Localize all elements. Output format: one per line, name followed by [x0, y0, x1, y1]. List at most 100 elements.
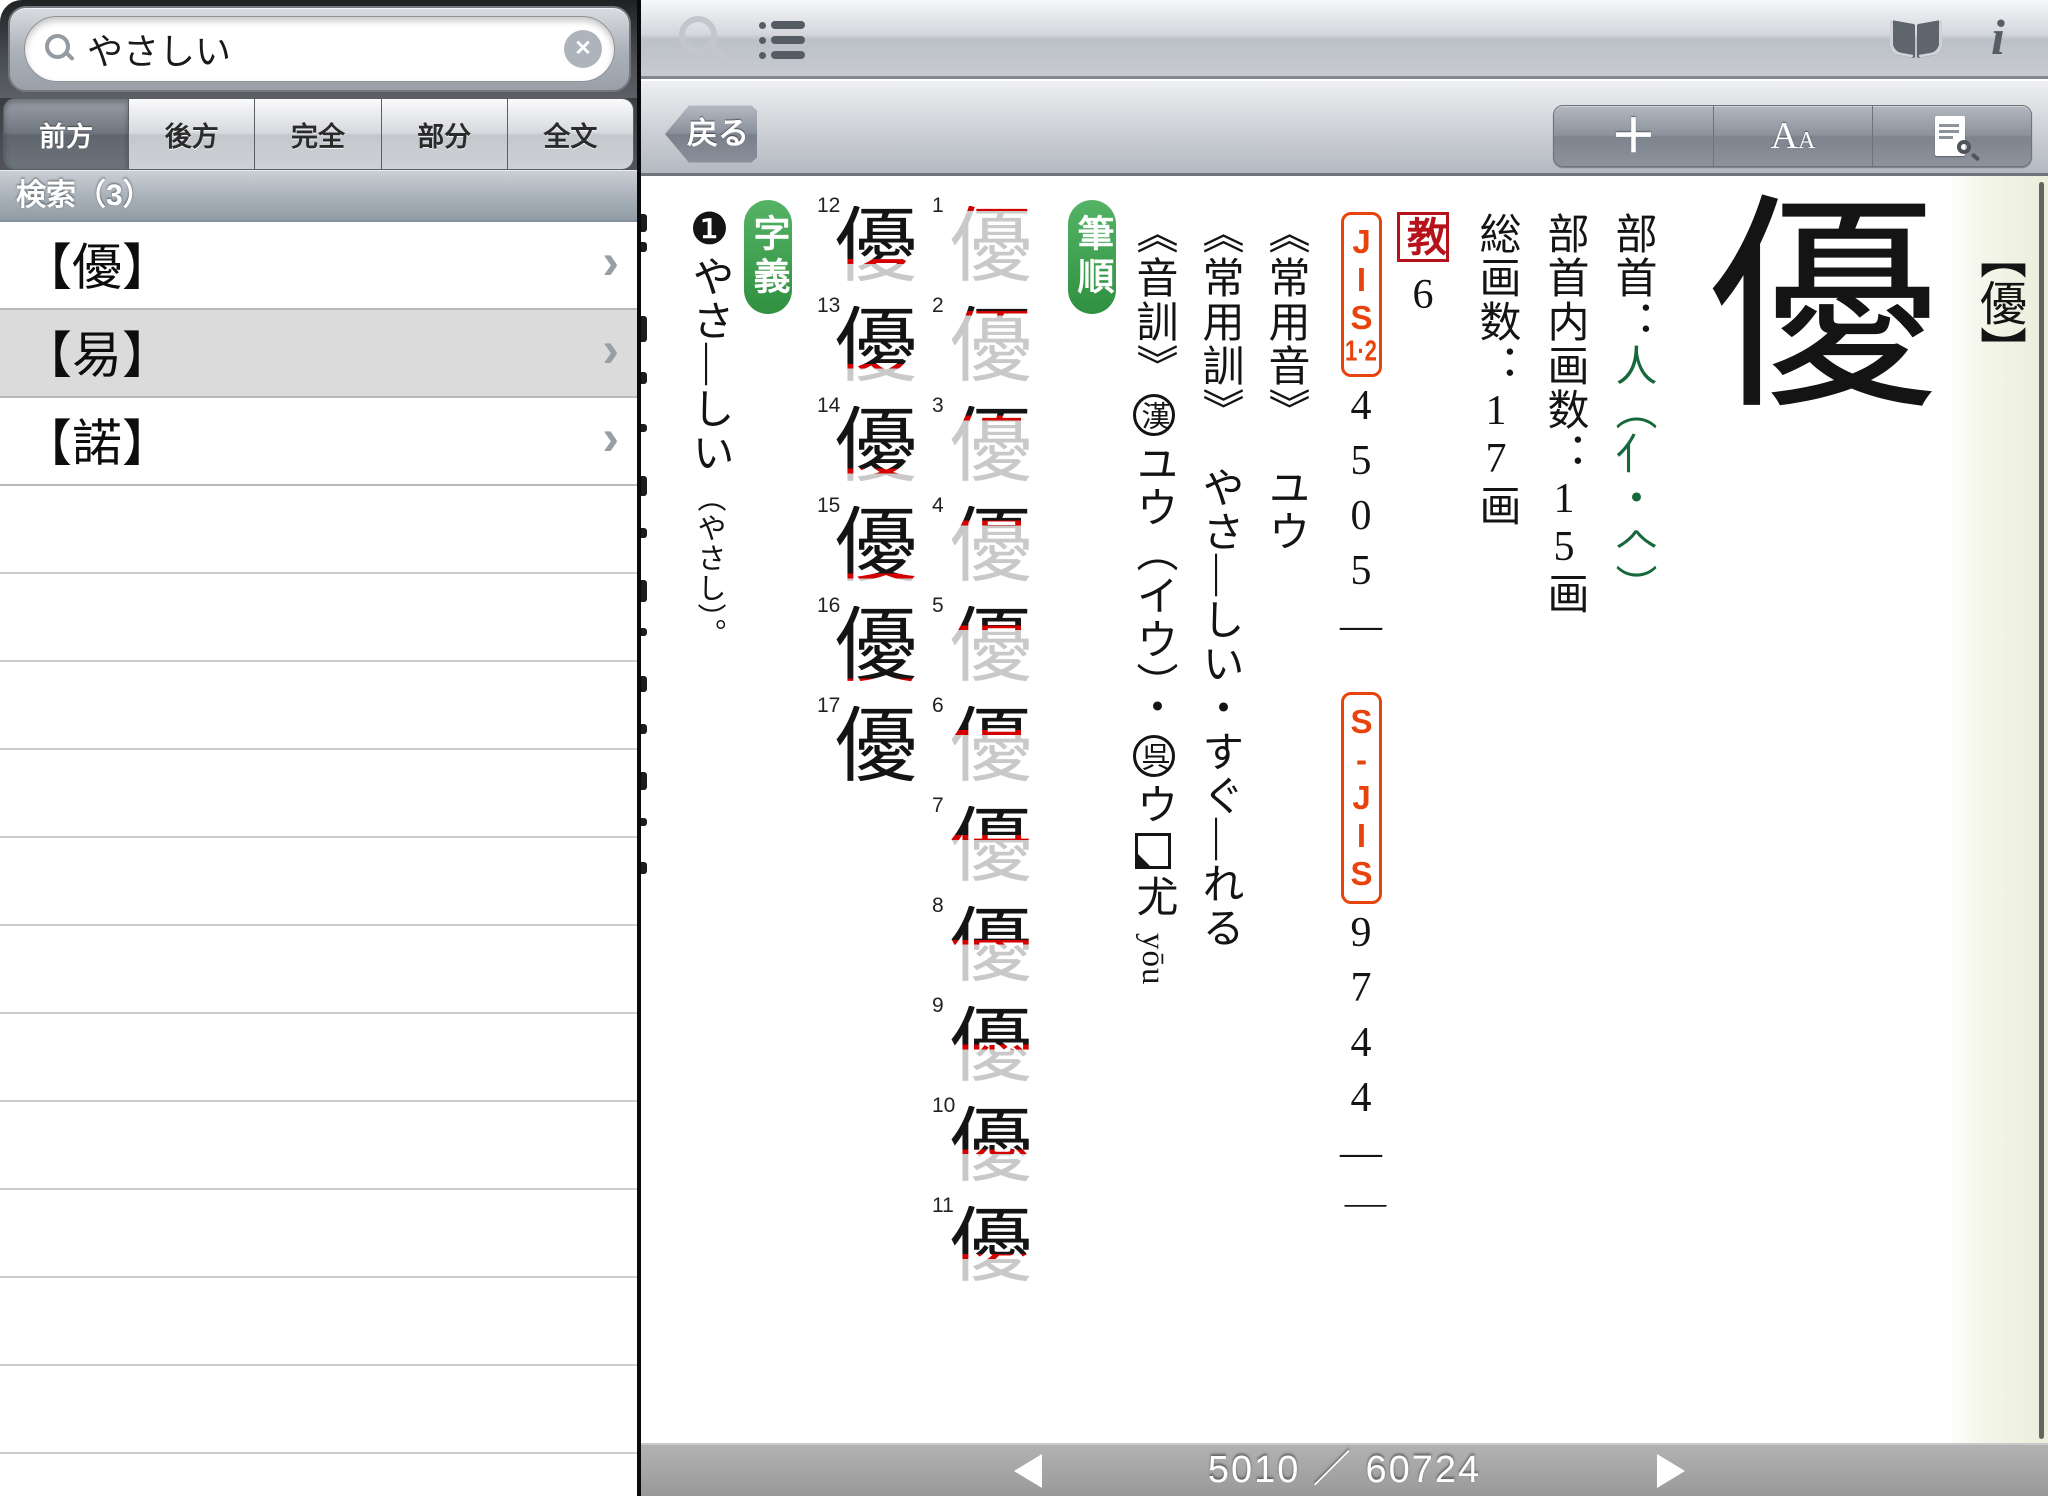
result-label: 【諾】: [22, 404, 172, 476]
empty-row: [0, 750, 637, 838]
search-input[interactable]: [87, 28, 564, 70]
stroke-order-badge: 筆順: [1068, 200, 1116, 314]
stroke-order-column-1: 1優2優3優4優5優6優7優8優9優10優11優: [932, 196, 1032, 1296]
empty-row: [0, 926, 637, 1014]
kyoiku-badge: 教: [1397, 212, 1449, 262]
next-entry-button[interactable]: [1657, 1454, 1685, 1488]
empty-row: [0, 1102, 637, 1190]
result-label: 【優】: [22, 228, 172, 300]
kyoiku-grade-info: 教6: [1397, 212, 1449, 320]
chevron-right-icon: [602, 233, 619, 291]
results-header: 検索（3）: [0, 170, 637, 222]
add-bookmark-button[interactable]: ＋: [1554, 106, 1713, 166]
scroll-indicator[interactable]: [2039, 182, 2044, 1439]
search-icon-disabled: [671, 0, 731, 78]
entry-action-buttons: ＋ AA: [1553, 105, 2032, 167]
stroke-order-cell: 15優: [817, 496, 917, 596]
stroke-order-cell: 10優: [932, 1096, 1032, 1196]
font-size-icon: AA: [1771, 114, 1816, 158]
meaning-number: ❶: [685, 204, 734, 255]
stroke-number: 4: [932, 494, 944, 518]
stroke-diagram-glyph: 優: [835, 306, 917, 388]
entry-content: 【優】 優 部首：人（亻・𠆢） 部首内画数：15画 総画数：17画 教6 JIS…: [641, 176, 2048, 1443]
stroke-diagram-glyph: 優: [835, 206, 917, 288]
joyo-on-reading: 《常用音》ユウ: [1261, 212, 1308, 554]
list-icon[interactable]: [745, 0, 805, 78]
stroke-diagram-glyph: 優: [950, 606, 1032, 688]
jis-code-info: JIS1·24505—S-JIS9744—｜: [1337, 212, 1384, 1236]
stroke-number: 5: [932, 594, 944, 618]
entry-kanji: 優: [1686, 184, 1916, 414]
stroke-order-cell: 6優: [932, 696, 1032, 796]
stroke-diagram-glyph: 優: [835, 706, 917, 788]
sjis-badge: S-JIS: [1341, 692, 1382, 904]
stroke-order-cell: 5優: [932, 596, 1032, 696]
stroke-diagram-glyph: 優: [835, 606, 917, 688]
empty-row: [0, 838, 637, 926]
top-toolbar: i: [641, 0, 2048, 78]
stroke-order-cell: 9優: [932, 996, 1032, 1096]
search-mode-tab[interactable]: 後方: [129, 98, 255, 170]
pinyin-reading: yōu: [1135, 933, 1171, 986]
info-icon[interactable]: i: [1978, 0, 2018, 78]
radical-value: 人（亻・𠆢）: [1609, 344, 1655, 608]
stroke-order-cell: 11優: [932, 1196, 1032, 1296]
search-result-row[interactable]: 【優】: [0, 222, 637, 310]
search-result-row[interactable]: 【易】: [0, 310, 637, 398]
stroke-order-cell: 7優: [932, 796, 1032, 896]
jis-badge: JIS1·2: [1341, 212, 1382, 377]
stroke-number: 7: [932, 794, 944, 818]
stroke-number: 2: [932, 294, 944, 318]
bookmarks-icon[interactable]: [1888, 0, 1946, 78]
missing-glyph-box: [1135, 833, 1171, 869]
meaning-badge: 字義: [744, 200, 792, 314]
stroke-diagram-glyph: 優: [950, 306, 1032, 388]
stroke-order-cell: 4優: [932, 496, 1032, 596]
entry-header: 【優】: [1971, 232, 2024, 373]
total-stroke-info: 総画数：17画: [1472, 212, 1519, 528]
stroke-number: 6: [932, 694, 944, 718]
stroke-order-cell: 2優: [932, 296, 1032, 396]
stroke-number: 1: [932, 194, 944, 218]
stroke-order-cell: 13優: [817, 296, 917, 396]
stroke-diagram-glyph: 優: [950, 806, 1032, 888]
stroke-number: 9: [932, 994, 944, 1018]
clear-search-button[interactable]: [564, 30, 602, 68]
font-size-button[interactable]: AA: [1713, 106, 1872, 166]
empty-row: [0, 1014, 637, 1102]
chevron-right-icon: [602, 321, 619, 379]
stroke-diagram-glyph: 優: [950, 906, 1032, 988]
sub-toolbar: 戻る ＋ AA: [641, 78, 2048, 176]
search-mode-tab[interactable]: 前方: [3, 98, 129, 170]
search-result-row[interactable]: 【諾】: [0, 398, 637, 486]
clipped-column-fragments: [641, 176, 655, 1443]
previous-entry-button[interactable]: [1014, 1454, 1042, 1488]
pager-bar: 5010 ／ 60724: [641, 1443, 2048, 1496]
stroke-order-cell: 17優: [817, 696, 917, 796]
dictionary-app-screen: 前方後方完全部分全文 検索（3） 【優】【易】【諾】 i 戻る ＋: [0, 0, 2048, 1496]
back-button[interactable]: 戻る: [665, 103, 757, 165]
stroke-order-column-2: 12優13優14優15優16優17優: [817, 196, 917, 796]
meaning-text: ❶やさ—しい（やさし）。: [685, 204, 734, 649]
search-panel: 前方後方完全部分全文 検索（3） 【優】【易】【諾】: [0, 0, 637, 1496]
search-mode-tabs: 前方後方完全部分全文: [0, 98, 637, 170]
stroke-diagram-glyph: 優: [835, 506, 917, 588]
stroke-order-cell: 12優: [817, 196, 917, 296]
stroke-number: 3: [932, 394, 944, 418]
radical-stroke-info: 部首内画数：15画: [1540, 212, 1587, 616]
search-mode-tab[interactable]: 部分: [382, 98, 508, 170]
empty-row: [0, 1366, 637, 1454]
stroke-order-cell: 14優: [817, 396, 917, 496]
empty-row: [0, 486, 637, 574]
kan-on-mark: 漢: [1133, 394, 1175, 436]
search-field: [24, 16, 615, 82]
empty-row: [0, 574, 637, 662]
go-on-mark: 呉: [1133, 735, 1175, 777]
search-box-outline: [8, 6, 631, 92]
search-mode-tab[interactable]: 全文: [508, 98, 634, 170]
document-magnifier-icon: [1935, 116, 1969, 156]
entry-panel: i 戻る ＋ AA 【優】: [641, 0, 2048, 1496]
empty-row: [0, 1278, 637, 1366]
zoom-view-button[interactable]: [1872, 106, 2031, 166]
search-mode-tab[interactable]: 完全: [255, 98, 381, 170]
